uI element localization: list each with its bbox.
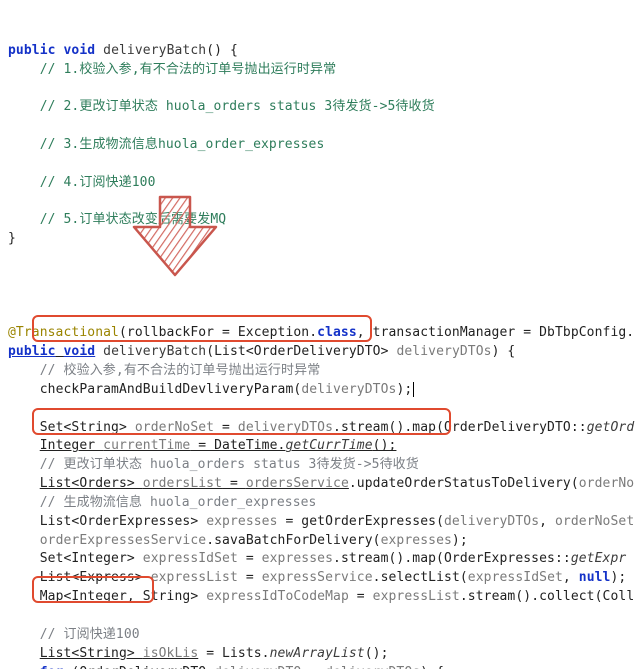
code-line: // 1.校验入参,有不合法的订单号抛出运行时异常 (8, 62, 336, 77)
code-line: List<OrderExpresses> expresses = getOrde… (8, 514, 634, 529)
code-line: public void deliveryBatch() { (8, 43, 238, 58)
code-line: for (OrderDeliveryDTO deliveryDTO : deli… (8, 665, 444, 669)
code-line: @Transactional(rollbackFor = Exception.c… (8, 325, 634, 340)
code-line: // 订阅快递100 (8, 627, 140, 642)
code-line: List<Express> expressList = expressServi… (8, 570, 626, 585)
code-line: Set<String> orderNoSet = deliveryDTOs.st… (8, 420, 634, 435)
code-line: public void deliveryBatch(List<OrderDeli… (8, 344, 515, 359)
code-line: Set<Integer> expressIdSet = expresses.st… (8, 551, 626, 566)
code-line: // 3.生成物流信息huola_order_expresses (8, 137, 324, 152)
code-editor: public void deliveryBatch() { // 1.校验入参,… (0, 0, 640, 669)
code-line: List<String> isOkLis = Lists.newArrayLis… (8, 646, 389, 661)
code-line: checkParamAndBuildDevliveryParam(deliver… (8, 382, 414, 397)
code-line: // 更改订单状态 huola_orders status 3待发货->5待收货 (8, 457, 419, 472)
code-line: List<Orders> ordersList = ordersService.… (8, 476, 634, 491)
code-line: // 2.更改订单状态 huola_orders status 3待发货->5待… (8, 99, 435, 114)
code-line: // 5.订单状态改变后需要发MQ (8, 212, 226, 227)
code-line: orderExpressesService.savaBatchForDelive… (8, 533, 468, 548)
code-line: // 生成物流信息 huola_order_expresses (8, 495, 317, 510)
code-line: Integer currentTime = DateTime.getCurrTi… (8, 438, 396, 453)
code-line: // 4.订阅快递100 (8, 175, 156, 190)
code-line: Map<Integer, String> expressIdToCodeMap … (8, 589, 634, 604)
code-line: // 校验入参,有不合法的订单号抛出运行时异常 (8, 363, 320, 378)
code-line: } (8, 231, 16, 246)
